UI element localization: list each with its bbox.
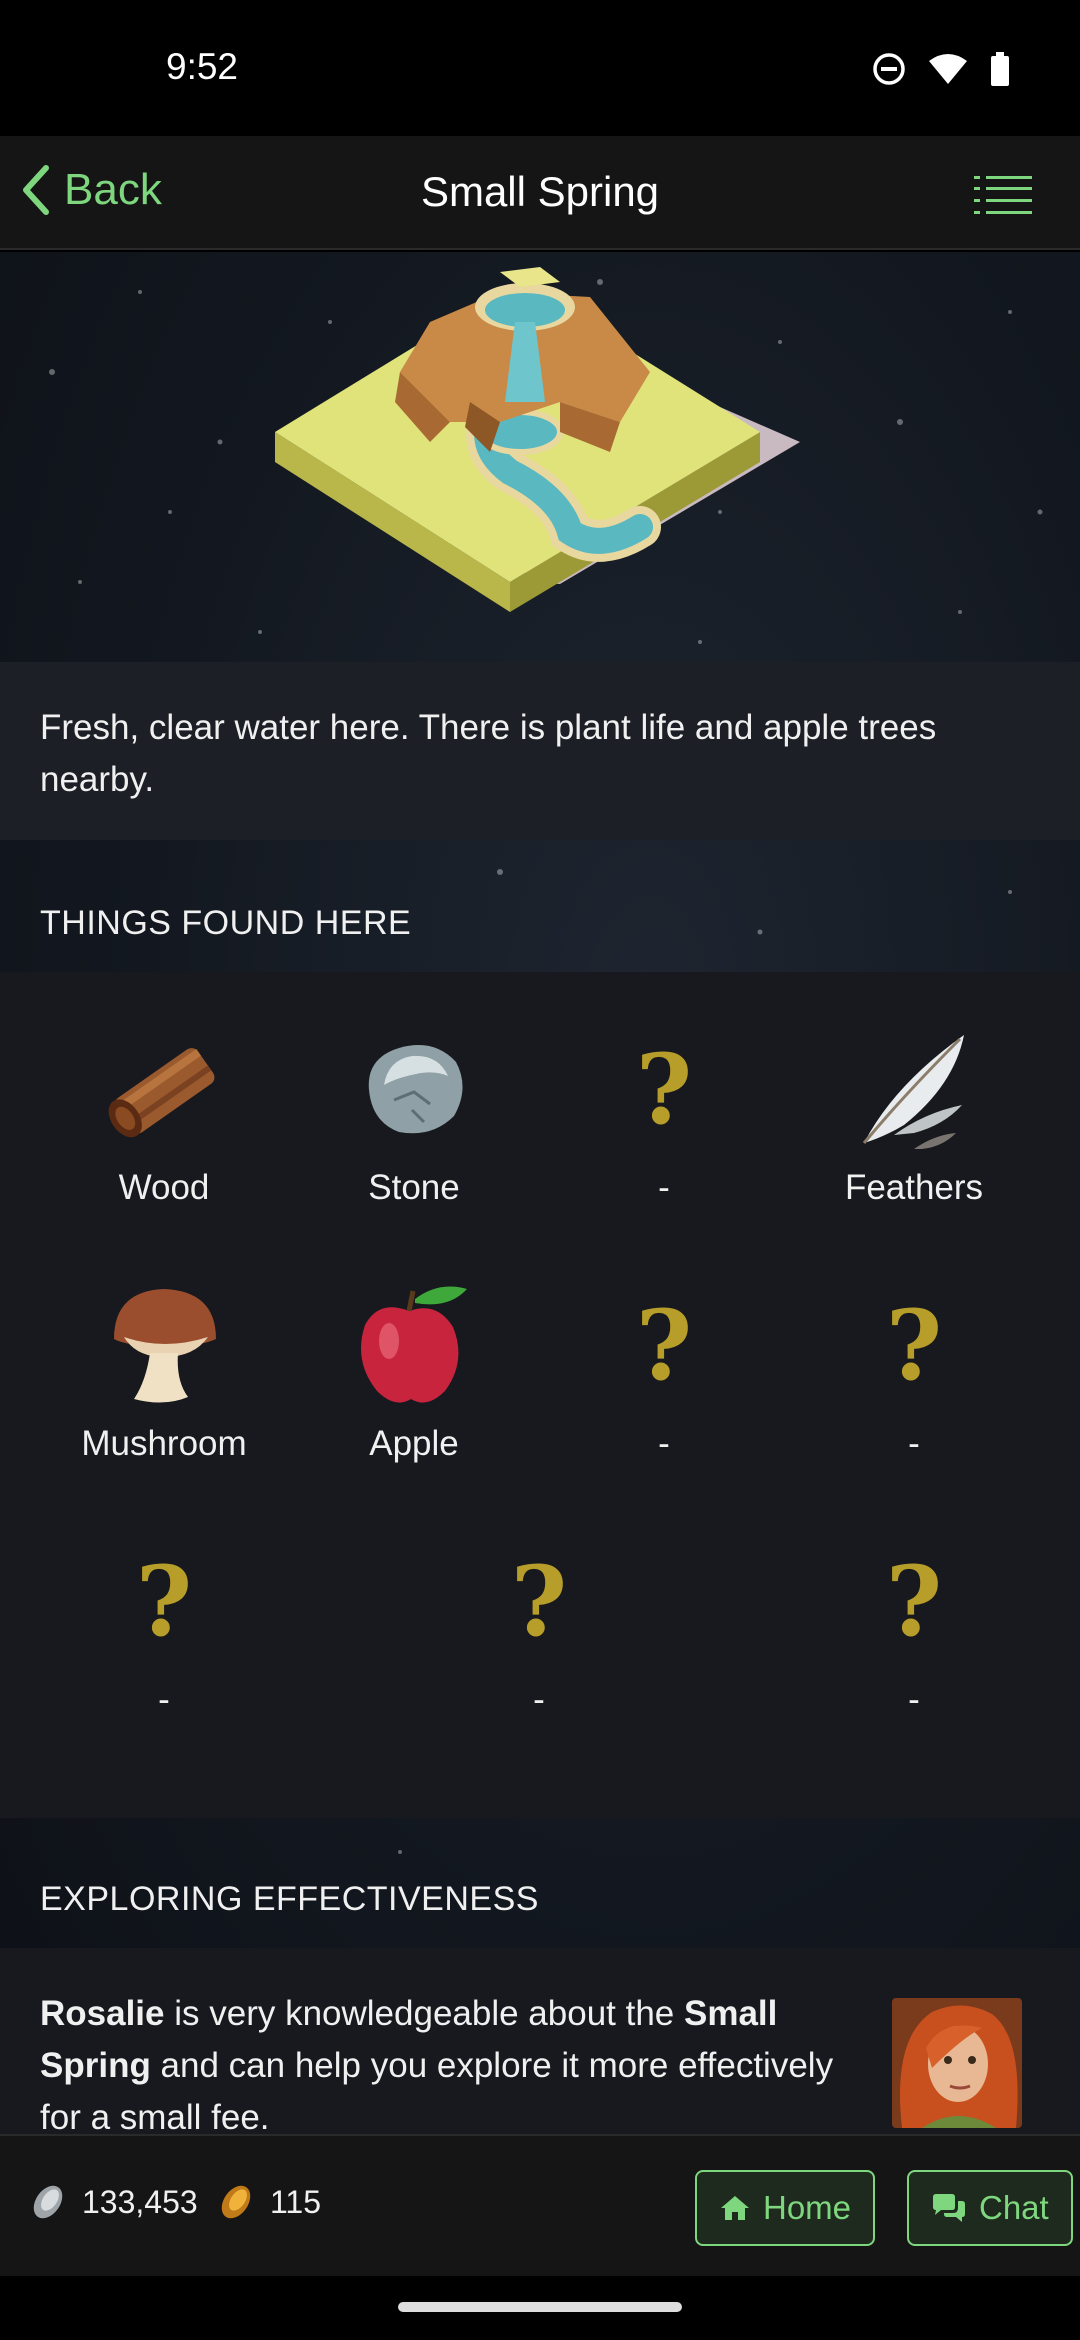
home-label: Home: [763, 2189, 852, 2226]
item-unknown[interactable]: ? -: [539, 1276, 789, 1464]
gold-amount: 115: [270, 2183, 322, 2220]
small-spring-terrain-image: [275, 267, 800, 612]
things-found-header: THINGS FOUND HERE: [40, 904, 412, 942]
location-illustration: [0, 252, 1080, 660]
home-gesture-handle[interactable]: [398, 2302, 682, 2312]
home-icon: [721, 2196, 749, 2220]
location-description: Fresh, clear water here. There is plant …: [40, 708, 937, 799]
item-label: Wood: [118, 1168, 210, 1207]
do-not-disturb-icon: [873, 53, 905, 85]
wifi-icon: [929, 54, 967, 84]
item-mushroom[interactable]: Mushroom: [39, 1276, 289, 1464]
rosalie-portrait-image: [892, 1998, 1022, 2128]
chat-icon: [933, 2194, 965, 2222]
item-unknown[interactable]: ? -: [789, 1276, 1039, 1464]
exploring-text-part-2: and can help you explore it more effecti…: [40, 2046, 834, 2134]
item-label: Feathers: [844, 1168, 984, 1207]
item-label: Stone: [368, 1168, 460, 1207]
question-mark-icon: ?: [635, 1289, 693, 1402]
silver-amount: 133,453: [82, 2183, 198, 2220]
chat-button[interactable]: Chat: [907, 2170, 1073, 2246]
item-label: -: [533, 1680, 545, 1719]
silver-balance: 133,453: [28, 2182, 198, 2222]
navigation-bar: Back Small Spring: [0, 136, 1080, 250]
item-label: -: [158, 1680, 170, 1719]
item-feathers[interactable]: Feathers: [789, 1020, 1039, 1208]
location-content[interactable]: Fresh, clear water here. There is plant …: [0, 252, 1080, 2134]
silver-coin-icon: [33, 2185, 63, 2219]
gold-coin-icon: [221, 2185, 251, 2219]
feathers-icon: [862, 1035, 964, 1149]
item-label: -: [908, 1680, 920, 1719]
bottom-bar: 133,453 115 Home Chat: [0, 2134, 1080, 2276]
question-mark-icon: ?: [885, 1545, 943, 1658]
item-label: -: [908, 1424, 920, 1463]
item-unknown[interactable]: ? -: [39, 1532, 289, 1720]
helper-name: Rosalie: [40, 1994, 165, 2033]
exploring-effectiveness-panel: Rosalie is very knowledgeable about the …: [0, 1948, 1080, 2134]
question-mark-icon: ?: [135, 1545, 193, 1658]
mushroom-icon: [114, 1289, 216, 1403]
things-found-grid: Wood Stone ? - Feathers Mushroom Apple ?…: [0, 972, 1080, 1818]
item-label: Apple: [369, 1424, 459, 1463]
question-mark-icon: ?: [885, 1289, 943, 1402]
item-label: -: [658, 1168, 670, 1207]
item-stone[interactable]: Stone: [289, 1020, 539, 1208]
item-label: Mushroom: [81, 1424, 247, 1463]
item-apple[interactable]: Apple: [289, 1276, 539, 1464]
wood-icon: [108, 1048, 215, 1138]
location-description-panel: Fresh, clear water here. There is plant …: [0, 662, 1080, 840]
apple-icon: [361, 1286, 467, 1403]
item-wood[interactable]: Wood: [39, 1020, 289, 1208]
exploring-effectiveness-header: EXPLORING EFFECTIVENESS: [40, 1880, 539, 1918]
exploring-description: Rosalie is very knowledgeable about the …: [40, 1988, 880, 2134]
status-time: 9:52: [166, 46, 239, 87]
item-unknown[interactable]: ? -: [414, 1532, 664, 1720]
helper-portrait[interactable]: [892, 1998, 1022, 2128]
list-menu-icon: [974, 176, 1032, 214]
status-bar: 9:52: [0, 0, 1080, 136]
item-unknown[interactable]: ? -: [789, 1532, 1039, 1720]
page-title: Small Spring: [420, 168, 660, 215]
stone-icon: [368, 1045, 463, 1134]
item-unknown[interactable]: ? -: [539, 1020, 789, 1208]
question-mark-icon: ?: [510, 1545, 568, 1658]
system-gesture-bar: [0, 2276, 1080, 2340]
status-icons: [872, 52, 1010, 86]
home-button[interactable]: Home: [695, 2170, 876, 2246]
gold-balance: 115: [216, 2182, 321, 2222]
item-label: -: [658, 1424, 670, 1463]
question-mark-icon: ?: [635, 1033, 693, 1146]
exploring-text-part-1: is very knowledgeable about the: [164, 1994, 684, 2033]
battery-icon: [991, 52, 1009, 86]
chat-label: Chat: [979, 2189, 1049, 2226]
menu-button[interactable]: [974, 176, 1032, 219]
